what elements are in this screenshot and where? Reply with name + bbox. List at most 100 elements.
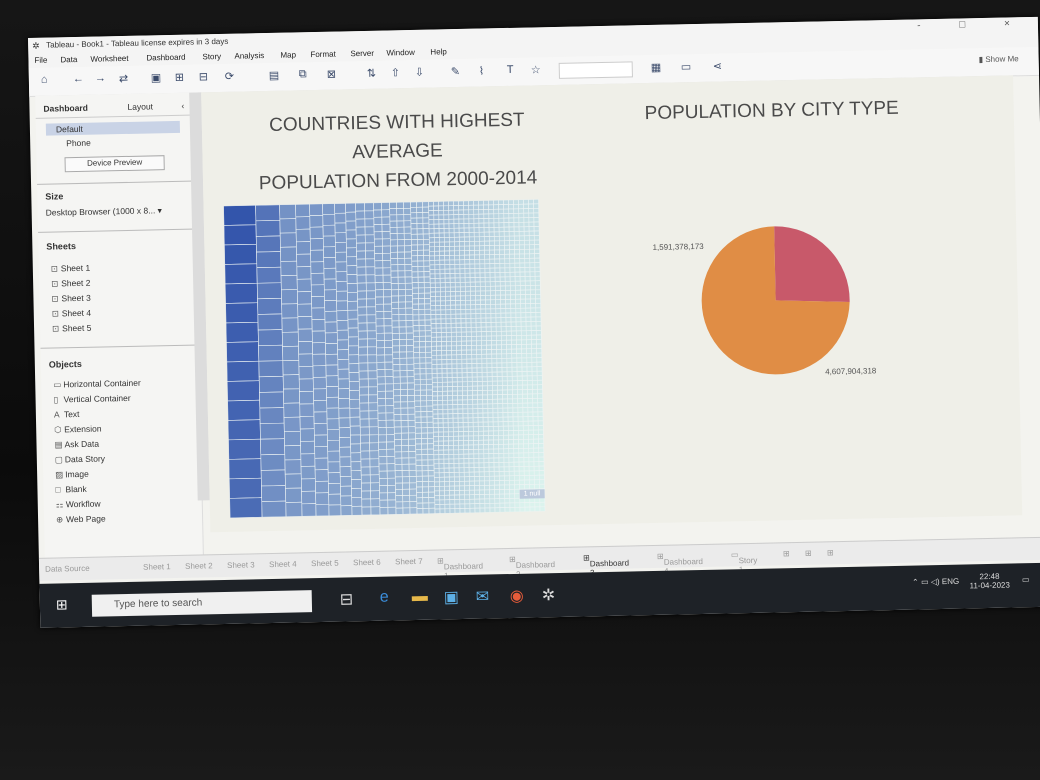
treemap-cell[interactable]: [423, 244, 430, 251]
treemap-cell[interactable]: [532, 425, 539, 431]
treemap-cell[interactable]: [456, 340, 462, 347]
treemap-cell[interactable]: [469, 489, 475, 496]
treemap-cell[interactable]: [498, 204, 504, 210]
treemap-cell[interactable]: [423, 271, 431, 278]
treemap-cell[interactable]: [531, 334, 537, 341]
treemap-cell[interactable]: [505, 317, 512, 323]
treemap-cell[interactable]: [496, 349, 503, 355]
save-icon[interactable]: ▣: [151, 71, 162, 84]
treemap-cell[interactable]: [374, 274, 384, 283]
treemap-cell[interactable]: [408, 463, 417, 471]
treemap-cell[interactable]: [402, 488, 410, 496]
treemap-cell[interactable]: [464, 259, 471, 265]
null-mark-badge[interactable]: 1 null: [519, 489, 545, 499]
treemap-cell[interactable]: [416, 492, 424, 499]
treemap-cell[interactable]: [459, 508, 466, 514]
treemap-cell[interactable]: [456, 358, 463, 365]
treemap-cell[interactable]: [493, 236, 500, 242]
treemap-cell[interactable]: [505, 294, 511, 300]
treemap-cell[interactable]: [346, 283, 358, 293]
treemap-cell[interactable]: [516, 344, 522, 350]
treemap-cell[interactable]: [474, 263, 481, 269]
treemap-cell[interactable]: [536, 348, 543, 354]
treemap-cell[interactable]: [410, 228, 418, 235]
treemap-cell[interactable]: [390, 264, 399, 272]
treemap-cell[interactable]: [480, 331, 487, 337]
treemap-cell[interactable]: [464, 250, 470, 256]
treemap-cell[interactable]: [324, 332, 338, 345]
tab-dashboard-2[interactable]: ⊞ Dashboard 2: [509, 555, 555, 579]
treemap-cell[interactable]: [402, 482, 410, 490]
treemap-cell[interactable]: [348, 336, 359, 347]
treemap-cell[interactable]: [405, 332, 414, 340]
treemap-cell[interactable]: [468, 213, 475, 220]
treemap-cell[interactable]: [366, 314, 377, 324]
treemap-cell[interactable]: [355, 226, 366, 236]
treemap-cell[interactable]: [493, 471, 500, 477]
treemap-cell[interactable]: [517, 393, 523, 400]
treemap-cell[interactable]: [494, 489, 500, 495]
treemap-cell[interactable]: [490, 331, 497, 337]
treemap-cell[interactable]: [323, 246, 336, 258]
treemap-cell[interactable]: [458, 232, 465, 238]
treemap-cell[interactable]: [441, 336, 447, 342]
treemap-cell[interactable]: [361, 498, 372, 508]
treemap-cell[interactable]: [486, 344, 492, 350]
treemap-cell[interactable]: [400, 407, 409, 415]
treemap-cell[interactable]: [489, 245, 495, 251]
treemap-cell[interactable]: [488, 236, 495, 242]
treemap-cell[interactable]: [410, 206, 418, 214]
treemap-cell[interactable]: [499, 480, 505, 486]
treemap-cell[interactable]: [475, 313, 482, 319]
treemap-cell[interactable]: [455, 318, 462, 324]
object-ask-data[interactable]: ▤ Ask Data: [54, 439, 99, 451]
treemap-cell[interactable]: [443, 476, 450, 483]
treemap-cell[interactable]: [349, 416, 361, 427]
treemap-cell[interactable]: [422, 502, 430, 509]
treemap-cell[interactable]: [483, 209, 490, 215]
treemap-cell[interactable]: [476, 340, 482, 346]
treemap-cell[interactable]: [281, 289, 298, 305]
treemap-cell[interactable]: [472, 421, 479, 428]
treemap-cell[interactable]: [491, 353, 498, 359]
treemap-cell[interactable]: [476, 363, 483, 369]
treemap-cell[interactable]: [524, 484, 530, 490]
treemap-cell[interactable]: [451, 354, 458, 360]
treemap-cell[interactable]: [513, 222, 520, 228]
treemap-cell[interactable]: [468, 471, 475, 477]
treemap-cell[interactable]: [432, 391, 438, 397]
treemap-cell[interactable]: [449, 259, 456, 265]
treemap-cell[interactable]: [481, 344, 487, 351]
treemap-cell[interactable]: [510, 289, 516, 296]
treemap-cell[interactable]: [527, 411, 534, 417]
treemap-cell[interactable]: [461, 376, 468, 383]
treemap-cell[interactable]: [466, 340, 472, 346]
treemap-cell[interactable]: [430, 332, 437, 338]
treemap-cell[interactable]: [488, 231, 495, 237]
treemap-cell[interactable]: [531, 348, 538, 354]
treemap-cell[interactable]: [493, 435, 499, 441]
treemap-cell[interactable]: [393, 420, 402, 428]
treemap-cell[interactable]: [483, 213, 490, 219]
treemap-cell[interactable]: [515, 307, 522, 314]
treemap-cell[interactable]: [533, 208, 540, 214]
treemap-cell[interactable]: [483, 475, 490, 482]
treemap-cell[interactable]: [531, 352, 538, 359]
treemap-cell[interactable]: [450, 295, 456, 301]
treemap-cell[interactable]: [490, 294, 496, 301]
treemap-cell[interactable]: [440, 291, 446, 297]
treemap-cell[interactable]: [335, 242, 347, 253]
treemap-cell[interactable]: [326, 418, 340, 431]
treemap-cell[interactable]: [367, 378, 378, 388]
treemap-cell[interactable]: [533, 221, 540, 227]
treemap-cell[interactable]: [509, 502, 516, 508]
treemap-cell[interactable]: [517, 407, 524, 413]
treemap-cell[interactable]: [504, 249, 510, 255]
treemap-cell[interactable]: [365, 258, 376, 268]
treemap-cell[interactable]: [444, 494, 451, 501]
object-image[interactable]: ▨ Image: [55, 469, 89, 481]
treemap-cell[interactable]: [453, 458, 460, 464]
treemap-cell[interactable]: [533, 235, 540, 241]
treemap-cell[interactable]: [391, 289, 399, 297]
treemap-cell[interactable]: [425, 373, 433, 380]
